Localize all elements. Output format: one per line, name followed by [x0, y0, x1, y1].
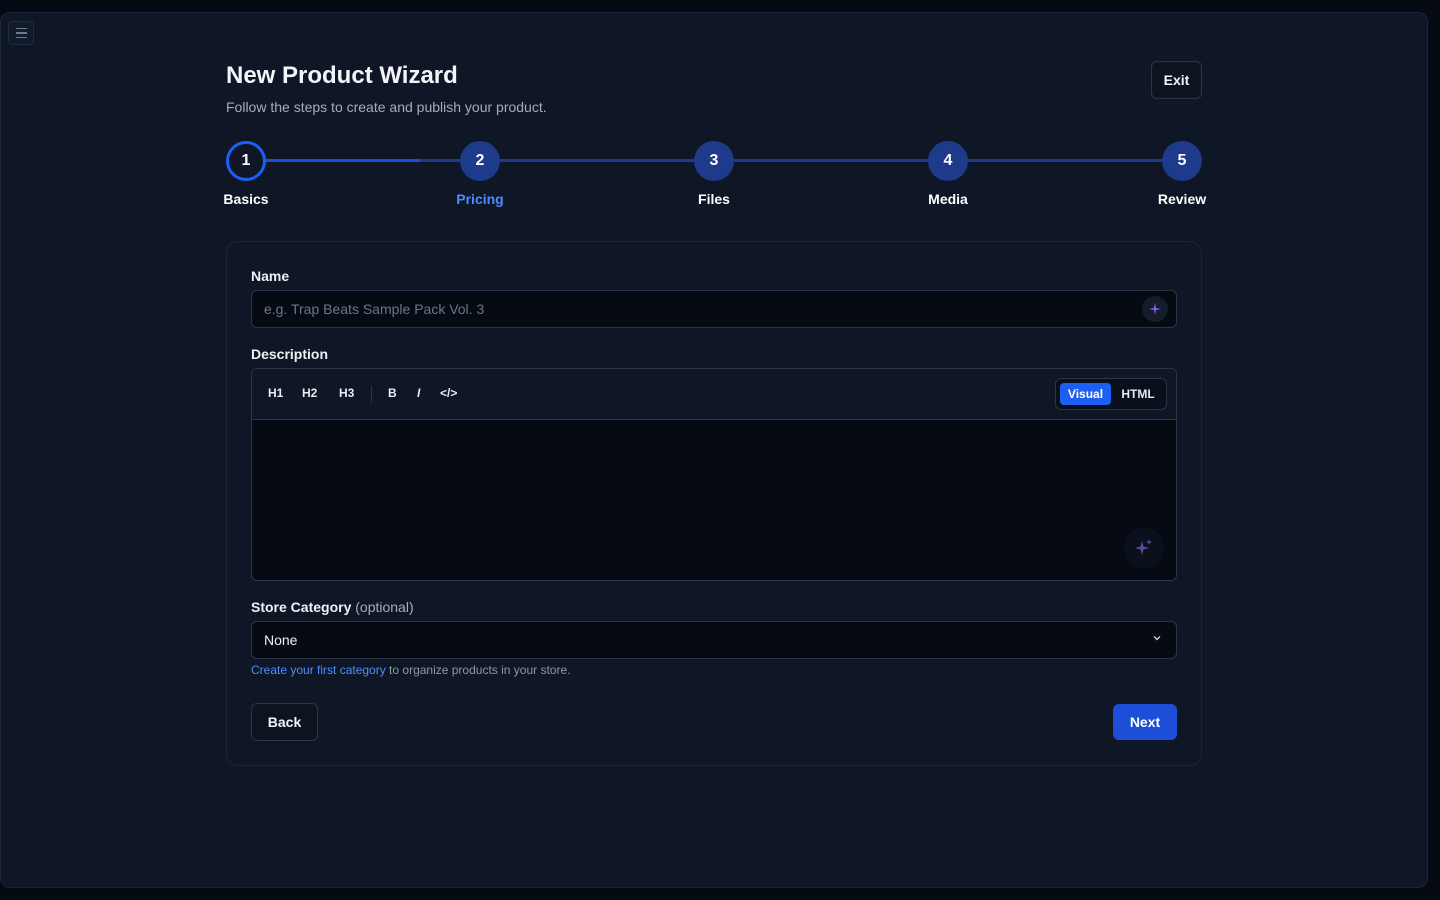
- category-label-text: Store Category: [251, 599, 352, 615]
- exit-button[interactable]: Exit: [1151, 61, 1202, 99]
- category-label: Store Category (optional): [251, 599, 414, 615]
- category-optional: (optional): [355, 599, 414, 615]
- stepper-progress: [246, 159, 420, 162]
- page-subtitle: Follow the steps to create and publish y…: [226, 99, 547, 115]
- menu-icon[interactable]: [8, 21, 34, 45]
- category-helper: Create your first category to organize p…: [251, 663, 570, 677]
- step-1-label: Basics: [223, 191, 269, 207]
- category-value: None: [264, 632, 298, 648]
- step-3-label: Files: [698, 191, 730, 207]
- back-button[interactable]: Back: [251, 703, 318, 741]
- step-4-label: Media: [928, 191, 968, 207]
- h3-button[interactable]: H3: [339, 386, 354, 400]
- name-input[interactable]: e.g. Trap Beats Sample Pack Vol. 3: [251, 290, 1177, 328]
- step-5-circle[interactable]: 5: [1162, 141, 1202, 181]
- create-category-link[interactable]: Create your first category: [251, 663, 386, 677]
- sparkles-icon[interactable]: [1142, 296, 1168, 322]
- next-button[interactable]: Next: [1113, 704, 1177, 740]
- step-4-circle[interactable]: 4: [928, 141, 968, 181]
- category-select[interactable]: None: [251, 621, 1177, 659]
- editor-toolbar: H1 H2 H3 B I </> Visual HTML: [252, 369, 1176, 420]
- h1-button[interactable]: H1: [268, 386, 283, 400]
- name-label: Name: [251, 268, 290, 284]
- toolbar-divider: [371, 386, 372, 403]
- h2-button[interactable]: H2: [302, 386, 317, 400]
- step-3-circle[interactable]: 3: [694, 141, 734, 181]
- page-title: New Product Wizard: [226, 62, 458, 89]
- description-label: Description: [251, 346, 329, 362]
- visual-mode-button[interactable]: Visual: [1060, 383, 1111, 405]
- html-mode-button[interactable]: HTML: [1116, 383, 1160, 405]
- step-2-label: Pricing: [456, 191, 504, 207]
- italic-button[interactable]: I: [417, 386, 420, 400]
- code-button[interactable]: </>: [440, 386, 457, 400]
- helper-text: to organize products in your store.: [385, 663, 571, 677]
- step-1-circle[interactable]: 1: [226, 141, 266, 181]
- bold-button[interactable]: B: [388, 386, 397, 400]
- description-editor[interactable]: H1 H2 H3 B I </> Visual HTML: [251, 368, 1177, 581]
- chevron-down-icon: [1152, 632, 1162, 646]
- step-2-circle[interactable]: 2: [460, 141, 500, 181]
- mode-toggle: Visual HTML: [1055, 378, 1167, 410]
- name-placeholder: e.g. Trap Beats Sample Pack Vol. 3: [264, 301, 485, 317]
- sparkles-icon[interactable]: [1124, 528, 1164, 568]
- step-5-label: Review: [1157, 191, 1207, 207]
